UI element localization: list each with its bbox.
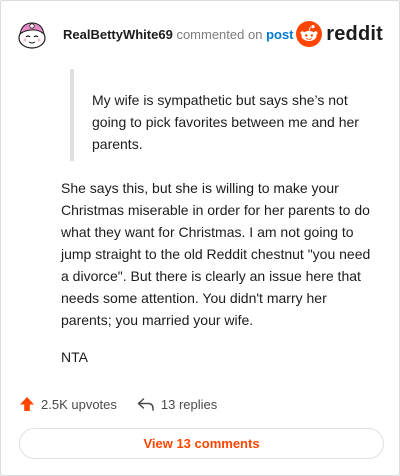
upvote-button[interactable]: 2.5K upvotes — [19, 396, 117, 412]
reddit-logo[interactable]: reddit — [296, 21, 383, 47]
reddit-wordmark: reddit — [326, 22, 383, 45]
comment-paragraph: NTA — [61, 349, 88, 365]
reply-arrow-icon — [137, 398, 154, 411]
comment-body: She says this, but she is willing to mak… — [61, 177, 381, 383]
post-link[interactable]: post — [266, 27, 293, 42]
snoo-avatar-icon — [18, 22, 46, 49]
upvote-arrow-icon — [20, 397, 34, 411]
quoted-text: My wife is sympathetic but says she’s no… — [70, 69, 370, 161]
comment-actions: 2.5K upvotes 13 replies — [19, 393, 237, 415]
comment-card: RealBettyWhite69 commented on post reddi… — [0, 0, 400, 476]
username-link[interactable]: RealBettyWhite69 — [63, 27, 173, 42]
reply-count: 13 replies — [160, 396, 218, 412]
comment-header: RealBettyWhite69 commented on post reddi… — [15, 15, 383, 53]
view-comments-button[interactable]: View 13 comments — [19, 428, 384, 459]
upvote-count: 2.5K upvotes — [41, 396, 117, 412]
action-text: commented on — [176, 26, 263, 42]
replies-button[interactable]: 13 replies — [137, 396, 217, 412]
comment-meta: RealBettyWhite69 commented on post — [63, 27, 294, 42]
comment-paragraph: She says this, but she is willing to mak… — [61, 180, 371, 328]
user-avatar[interactable] — [15, 17, 49, 51]
reddit-snoo-icon — [296, 21, 323, 47]
